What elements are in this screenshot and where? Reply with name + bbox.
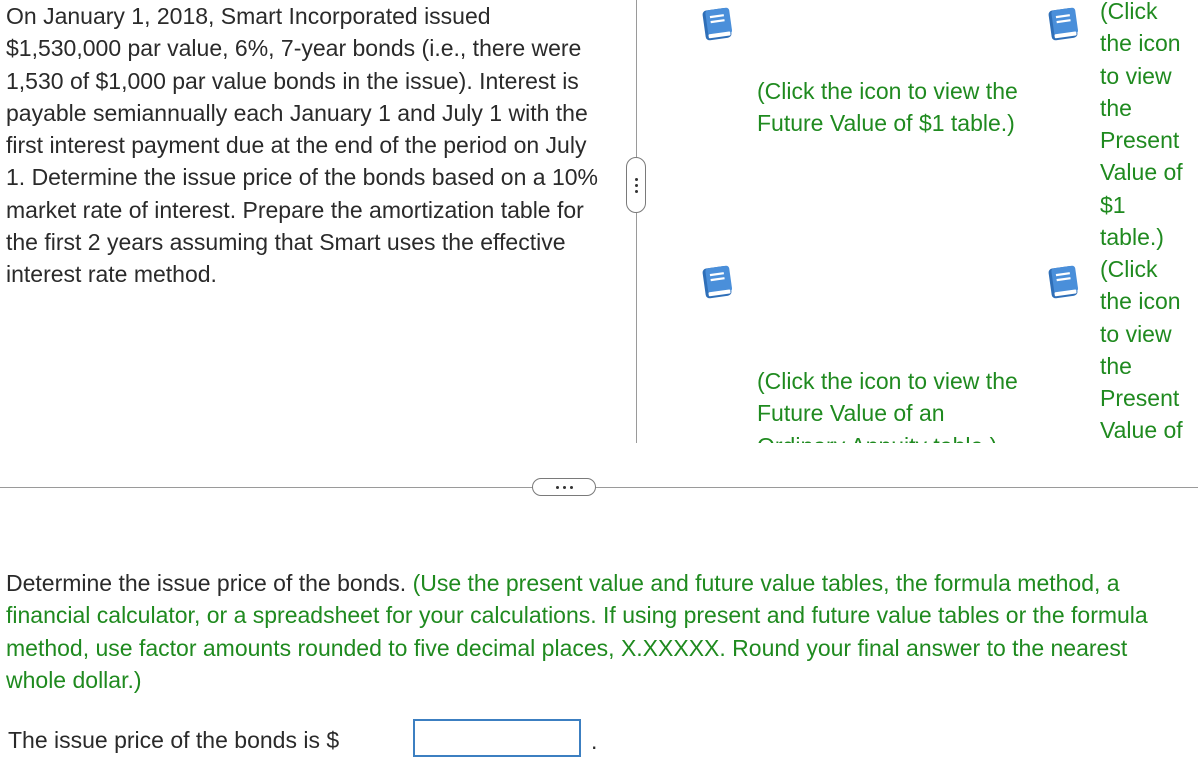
fva-table-link[interactable]: (Click the icon to view the Future Value… [757,365,1032,443]
book-icon[interactable] [1044,262,1084,302]
horizontal-divider [0,487,1198,488]
pva-table-link[interactable]: (Click the icon to view the Present Valu… [1100,253,1194,443]
book-icon[interactable] [1044,4,1084,44]
issue-price-input[interactable] [413,719,581,757]
problem-statement: On January 1, 2018, Smart Incorporated i… [6,3,598,288]
book-icon[interactable] [698,4,738,44]
question-prompt: Determine the issue price of the bonds. [6,570,407,596]
horizontal-resize-handle[interactable] [532,478,596,496]
pv1-table-link[interactable]: (Click the icon to view the Present Valu… [1100,0,1194,253]
answer-label: The issue price of the bonds is $ [8,726,340,753]
question-text: Determine the issue price of the bonds. … [6,567,1186,696]
vertical-divider [636,0,637,443]
fv1-table-link[interactable]: (Click the icon to view the Future Value… [757,75,1032,140]
book-icon[interactable] [698,262,738,302]
answer-suffix: . [591,728,598,754]
vertical-resize-handle[interactable] [626,157,646,213]
